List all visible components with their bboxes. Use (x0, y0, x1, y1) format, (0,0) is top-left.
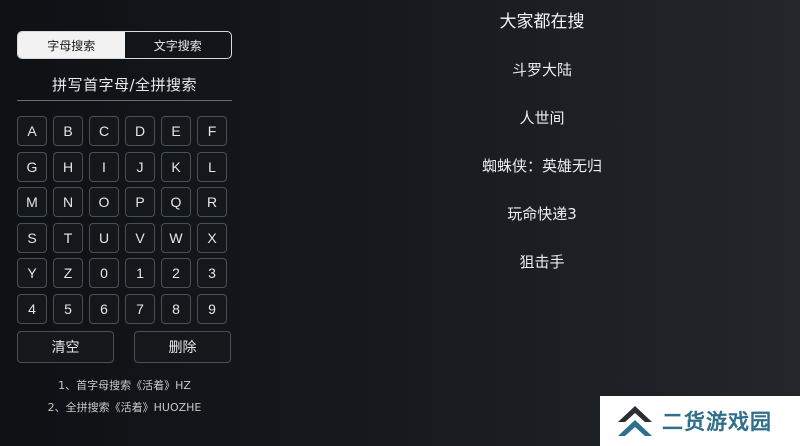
key-9[interactable]: 9 (197, 293, 227, 324)
key-0[interactable]: 0 (89, 258, 119, 288)
search-mode-tabs: 字母搜索 文字搜索 (17, 31, 232, 59)
hot-search-item[interactable]: 狙击手 (432, 250, 652, 274)
hot-search-item[interactable]: 玩命快递3 (432, 202, 652, 226)
key-x[interactable]: X (197, 222, 227, 253)
key-k[interactable]: K (161, 151, 191, 182)
hot-search-item[interactable]: 蜘蛛侠：英雄无归 (432, 154, 652, 178)
key-3[interactable]: 3 (197, 258, 227, 288)
tip-line: 1、首字母搜索《活着》HZ (58, 378, 191, 392)
hot-search-item[interactable]: 斗罗大陆 (432, 58, 652, 82)
key-q[interactable]: Q (161, 187, 191, 217)
key-a[interactable]: A (17, 116, 47, 146)
key-r[interactable]: R (197, 187, 227, 217)
key-5[interactable]: 5 (53, 293, 83, 324)
key-p[interactable]: P (125, 187, 155, 217)
key-h[interactable]: H (53, 151, 83, 182)
key-b[interactable]: B (53, 116, 83, 146)
key-z[interactable]: Z (53, 258, 83, 288)
key-6[interactable]: 6 (89, 293, 119, 324)
key-d[interactable]: D (125, 116, 155, 146)
search-tips: 1、首字母搜索《活着》HZ 2、全拼搜索《活着》HUOZHE (17, 375, 232, 419)
watermark-text: 二货游戏园 (662, 410, 772, 434)
key-s[interactable]: S (17, 222, 47, 253)
key-v[interactable]: V (125, 222, 155, 253)
hot-search-item[interactable]: 人世间 (432, 106, 652, 130)
key-o[interactable]: O (89, 187, 119, 217)
key-j[interactable]: J (125, 151, 155, 182)
delete-button[interactable]: 删除 (134, 330, 231, 363)
key-f[interactable]: F (197, 116, 227, 146)
key-n[interactable]: N (53, 187, 83, 217)
key-y[interactable]: Y (17, 258, 47, 288)
tab-letter-search[interactable]: 字母搜索 (18, 32, 125, 58)
tab-text-search[interactable]: 文字搜索 (125, 32, 232, 58)
input-underline (17, 100, 232, 101)
key-2[interactable]: 2 (161, 258, 191, 288)
key-7[interactable]: 7 (125, 293, 155, 324)
hot-search-title: 大家都在搜 (499, 12, 585, 32)
key-1[interactable]: 1 (125, 258, 155, 288)
watermark: 二货游戏园 (600, 396, 800, 446)
key-g[interactable]: G (17, 151, 47, 182)
key-4[interactable]: 4 (17, 293, 47, 324)
key-i[interactable]: I (89, 151, 119, 182)
clear-button[interactable]: 清空 (17, 330, 114, 363)
key-c[interactable]: C (89, 116, 119, 146)
input-hint: 拼写首字母/全拼搜索 (51, 76, 198, 94)
letter-keyboard: ABCDEF GHIJKL MNOPQR STUVWX YZ0123 456789 (17, 116, 232, 324)
double-chevron-up-logo-icon (618, 406, 652, 436)
key-t[interactable]: T (53, 222, 83, 253)
tip-line: 2、全拼搜索《活着》HUOZHE (47, 400, 202, 414)
keyboard-actions: 清空 删除 (17, 330, 232, 363)
key-w[interactable]: W (161, 222, 191, 253)
key-m[interactable]: M (17, 187, 47, 217)
key-8[interactable]: 8 (161, 293, 191, 324)
key-e[interactable]: E (161, 116, 191, 146)
key-l[interactable]: L (197, 151, 227, 182)
key-u[interactable]: U (89, 222, 119, 253)
search-panel: 字母搜索 文字搜索 拼写首字母/全拼搜索 ABCDEF GHIJKL MNOPQR S… (17, 31, 232, 419)
hot-search-list: 大家都在搜 斗罗大陆 人世间 蜘蛛侠：英雄无归 玩命快递3 狙击手 (432, 10, 652, 274)
